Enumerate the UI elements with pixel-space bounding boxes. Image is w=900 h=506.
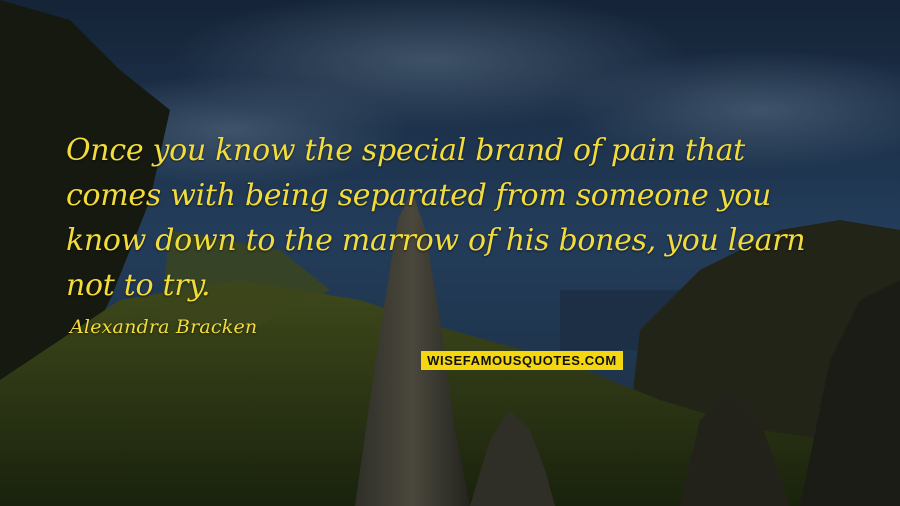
quote-line: Once you know the special brand of pain … bbox=[66, 133, 745, 168]
quote-card: Once you know the special brand of pain … bbox=[0, 0, 900, 506]
quote-line: not to try. bbox=[66, 268, 211, 303]
quote-line: comes with being separated from someone … bbox=[66, 178, 772, 213]
quote-line: know down to the marrow of his bones, yo… bbox=[66, 223, 806, 258]
quote-author: Alexandra Bracken bbox=[70, 316, 258, 338]
site-watermark-logo: WISEFAMOUSQUOTES.COM bbox=[421, 351, 623, 370]
quote-text: Once you know the special brand of pain … bbox=[66, 128, 866, 308]
